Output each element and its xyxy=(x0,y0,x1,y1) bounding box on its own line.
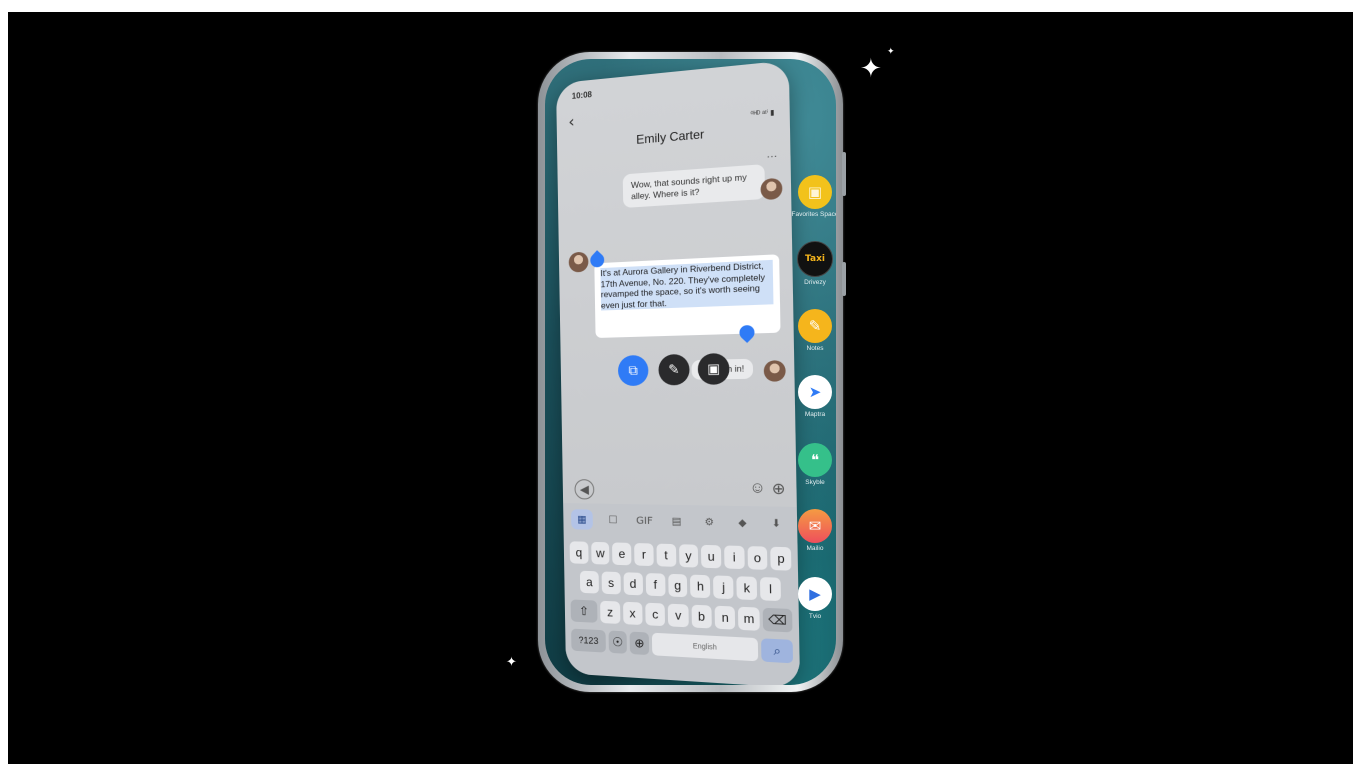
emoji-icon[interactable]: ☺ xyxy=(749,479,766,497)
app-label: Favorites Space xyxy=(791,211,836,219)
mic-key[interactable]: ☉ xyxy=(609,630,627,653)
app-label: Tvio xyxy=(791,613,836,621)
key-m[interactable]: m xyxy=(738,607,759,631)
shift-key[interactable]: ⇧ xyxy=(571,599,598,622)
key-row-4: ?123 ☉ ⊕ English ⌕ xyxy=(571,629,793,664)
app-label: Maptra xyxy=(791,411,836,419)
key-l[interactable]: l xyxy=(760,577,781,601)
gif-button[interactable]: GIF xyxy=(633,510,656,531)
theme-icon[interactable]: ◆ xyxy=(731,512,755,534)
key-n[interactable]: n xyxy=(715,606,736,630)
save-icon: ▣ xyxy=(707,361,720,377)
power-button xyxy=(842,262,846,296)
add-icon[interactable]: ⊕ xyxy=(772,479,786,498)
key-s[interactable]: s xyxy=(601,571,620,594)
key-a[interactable]: a xyxy=(580,571,599,594)
ai-translate-icon: ⧉ xyxy=(628,363,638,378)
skyble-chat-icon: ❝ xyxy=(798,443,832,477)
volume-button xyxy=(842,152,846,196)
app-label: Notes xyxy=(791,345,836,353)
key-o[interactable]: o xyxy=(747,546,768,570)
globe-key[interactable]: ⊕ xyxy=(629,632,649,656)
dock-app-maptra[interactable]: ➤ Maptra xyxy=(791,375,836,419)
key-i[interactable]: i xyxy=(724,545,744,569)
maptra-navigation-icon: ➤ xyxy=(798,375,832,409)
selected-message-bubble[interactable]: It's at Aurora Gallery in Riverbend Dist… xyxy=(594,254,780,338)
key-w[interactable]: w xyxy=(591,542,610,565)
key-z[interactable]: z xyxy=(600,601,620,624)
phone-screen: 10:08 ⁰ᴴᴰ ᵃᵗⁱ ▮ ‹ Emily Carter ··· Wow, … xyxy=(545,59,836,685)
sticker-icon[interactable]: ☐ xyxy=(602,510,624,531)
space-key[interactable]: English xyxy=(652,633,758,662)
message-text: Wow, that sounds right up my alley. Wher… xyxy=(631,172,747,201)
key-x[interactable]: x xyxy=(623,602,643,625)
back-icon[interactable]: ‹ xyxy=(568,112,575,132)
app-label: Skyble xyxy=(791,479,836,487)
key-t[interactable]: t xyxy=(656,544,676,567)
edit-icon: ✎ xyxy=(668,362,680,378)
app-label: Drivezy xyxy=(791,279,836,287)
key-r[interactable]: r xyxy=(634,543,653,566)
key-row-3: ⇧ z x c v b n m ⌫ xyxy=(571,599,793,632)
key-f[interactable]: f xyxy=(645,573,665,596)
dock-app-skyble[interactable]: ❝ Skyble xyxy=(791,443,836,487)
key-b[interactable]: b xyxy=(691,605,712,629)
key-g[interactable]: g xyxy=(668,574,688,597)
sparkle-small-icon: ✦ xyxy=(887,48,895,57)
backspace-key[interactable]: ⌫ xyxy=(763,608,793,633)
app-label: Mailio xyxy=(791,545,836,553)
key-c[interactable]: c xyxy=(645,603,665,627)
key-u[interactable]: u xyxy=(701,545,721,569)
chat-app-card[interactable]: 10:08 ⁰ᴴᴰ ᵃᵗⁱ ▮ ‹ Emily Carter ··· Wow, … xyxy=(556,60,800,685)
selected-text[interactable]: It's at Aurora Gallery in Riverbend Dist… xyxy=(600,260,773,311)
key-j[interactable]: j xyxy=(713,575,733,599)
apps-grid-icon[interactable]: ▦ xyxy=(571,509,593,530)
dock-app-tvio[interactable]: ▶ Tvio xyxy=(791,577,836,621)
dock-app-drivezy[interactable]: Taxi Drivezy xyxy=(791,241,836,287)
keyboard: ▦ ☐ GIF ▤ ⚙ ◆ ⬇ q w e r t y u i o p a s … xyxy=(563,503,800,685)
key-y[interactable]: y xyxy=(679,544,699,567)
key-d[interactable]: d xyxy=(623,572,642,595)
favorites-space-icon: ▣ xyxy=(798,175,832,209)
phone-frame: 10:08 ⁰ᴴᴰ ᵃᵗⁱ ▮ ‹ Emily Carter ··· Wow, … xyxy=(538,52,843,692)
key-row-1: q w e r t y u i o p xyxy=(570,541,792,570)
settings-icon[interactable]: ⚙ xyxy=(698,512,721,533)
numbers-key[interactable]: ?123 xyxy=(571,629,606,653)
notes-pencil-icon: ✎ xyxy=(798,309,832,343)
key-e[interactable]: e xyxy=(612,542,631,565)
more-icon[interactable]: ··· xyxy=(766,150,777,162)
keyboard-toolbar: ▦ ☐ GIF ▤ ⚙ ◆ ⬇ xyxy=(571,509,789,534)
taxi-icon: Taxi xyxy=(797,241,833,277)
dock-app-notes[interactable]: ✎ Notes xyxy=(791,309,836,353)
tv-play-icon: ▶ xyxy=(798,577,832,611)
key-row-2: a s d f g h j k l xyxy=(580,571,781,601)
dock-app-mailio[interactable]: ✉ Mailio xyxy=(791,509,836,553)
collapse-keyboard-icon[interactable]: ⬇ xyxy=(764,513,788,535)
search-key[interactable]: ⌕ xyxy=(762,638,794,663)
sparkle-bottom-icon: ✦ xyxy=(506,656,517,669)
voice-icon[interactable]: ◀ xyxy=(574,479,594,499)
mail-icon: ✉ xyxy=(798,509,832,543)
key-v[interactable]: v xyxy=(668,604,688,628)
key-h[interactable]: h xyxy=(690,575,710,599)
clipboard-icon[interactable]: ▤ xyxy=(665,511,688,532)
status-time: 10:08 xyxy=(572,90,592,101)
key-q[interactable]: q xyxy=(570,541,589,564)
sparkle-large-icon: ✦ xyxy=(860,56,882,82)
key-p[interactable]: p xyxy=(771,547,792,571)
dock-app-favorites-space[interactable]: ▣ Favorites Space xyxy=(791,175,836,219)
key-k[interactable]: k xyxy=(737,576,758,600)
